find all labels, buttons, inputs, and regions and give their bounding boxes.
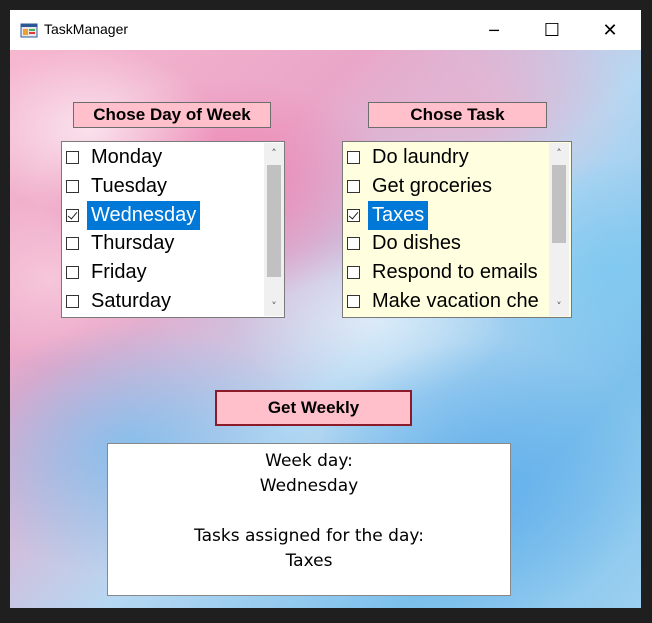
task-header: Chose Task (368, 102, 547, 128)
list-item-label: Wednesday (87, 200, 201, 230)
get-weekly-button[interactable]: Get Weekly (215, 390, 412, 426)
list-item[interactable]: Do laundry (344, 143, 548, 172)
chevron-down-icon[interactable]: ˅ (264, 296, 284, 316)
list-item-label: Tuesday (91, 174, 167, 197)
chevron-down-icon[interactable]: ˅ (549, 296, 569, 316)
week-day-label: Week day: (265, 451, 353, 471)
list-item[interactable]: Monday (63, 143, 263, 172)
day-of-week-header: Chose Day of Week (73, 102, 271, 128)
day-list-scroll-thumb[interactable] (267, 165, 281, 277)
list-item[interactable]: Taxes (344, 200, 548, 230)
day-list-scrollbar[interactable]: ˄ ˅ (264, 143, 284, 316)
list-item[interactable]: Respond to emails (344, 258, 548, 287)
list-item[interactable]: Make vacation che (344, 287, 548, 316)
minimize-icon: ─ (489, 20, 499, 40)
checkbox[interactable] (66, 179, 79, 193)
list-item-label: Friday (91, 261, 147, 284)
list-item-label: Monday (91, 146, 163, 168)
app-window-icon (20, 23, 38, 38)
title-bar[interactable]: TaskManager ─ ☐ ✕ (10, 10, 641, 50)
client-area: Chose Day of Week Monday Tuesday Wednesday… (10, 50, 641, 608)
tasks-value: Taxes (285, 551, 333, 571)
list-item[interactable]: Do dishes (344, 229, 548, 258)
close-icon: ✕ (602, 19, 618, 41)
maximize-icon: ☐ (543, 19, 561, 41)
task-list-scroll-thumb[interactable] (552, 165, 566, 243)
checkbox[interactable] (347, 151, 360, 164)
chevron-up-icon[interactable]: ˄ (264, 143, 284, 163)
list-item-label: Get groceries (372, 174, 493, 197)
week-day-value: Wednesday (259, 476, 359, 496)
list-item-label: Do dishes (372, 232, 461, 255)
list-item-label: Do laundry (372, 146, 469, 168)
list-item-label: Thursday (91, 232, 175, 255)
list-item[interactable]: Wednesday (63, 200, 263, 230)
list-item[interactable]: Saturday (63, 287, 263, 316)
checkbox[interactable] (66, 237, 79, 251)
checkbox[interactable] (347, 237, 360, 251)
maximize-button[interactable]: ☐ (523, 10, 581, 50)
checkbox[interactable] (66, 208, 79, 222)
list-item[interactable]: Tuesday (63, 172, 263, 201)
task-list[interactable]: Do laundry Get groceries Taxes Do dishes Res… (342, 141, 572, 318)
close-button[interactable]: ✕ (581, 10, 639, 50)
tasks-label: Tasks assigned for the day: (194, 526, 424, 546)
list-item[interactable]: Get groceries (344, 172, 548, 201)
checkbox[interactable] (347, 179, 360, 193)
checkbox[interactable] (66, 295, 79, 308)
day-of-week-list[interactable]: Monday Tuesday Wednesday Thursday Friday Satu… (61, 141, 285, 318)
list-item[interactable]: Thursday (63, 229, 263, 258)
weekly-output-panel: Week day: Wednesday Tasks assigned for t… (107, 443, 511, 596)
list-item-label: Taxes (368, 200, 429, 230)
checkbox[interactable] (66, 266, 79, 280)
list-item-label: Make vacation che (372, 290, 539, 312)
chevron-up-icon[interactable]: ˄ (549, 143, 569, 163)
list-item[interactable]: Friday (63, 258, 263, 287)
checkbox[interactable] (347, 208, 360, 222)
minimize-button[interactable]: ─ (465, 10, 523, 50)
list-item-label: Saturday (91, 290, 172, 312)
app-window: TaskManager ─ ☐ ✕ Chose Day of Week Mond… (10, 10, 641, 608)
task-list-scrollbar[interactable]: ˄ ˅ (549, 143, 569, 316)
checkbox[interactable] (347, 266, 360, 280)
list-item-label: Respond to emails (372, 261, 538, 284)
checkbox[interactable] (66, 151, 79, 164)
checkbox[interactable] (347, 295, 360, 308)
window-title: TaskManager (44, 21, 129, 37)
